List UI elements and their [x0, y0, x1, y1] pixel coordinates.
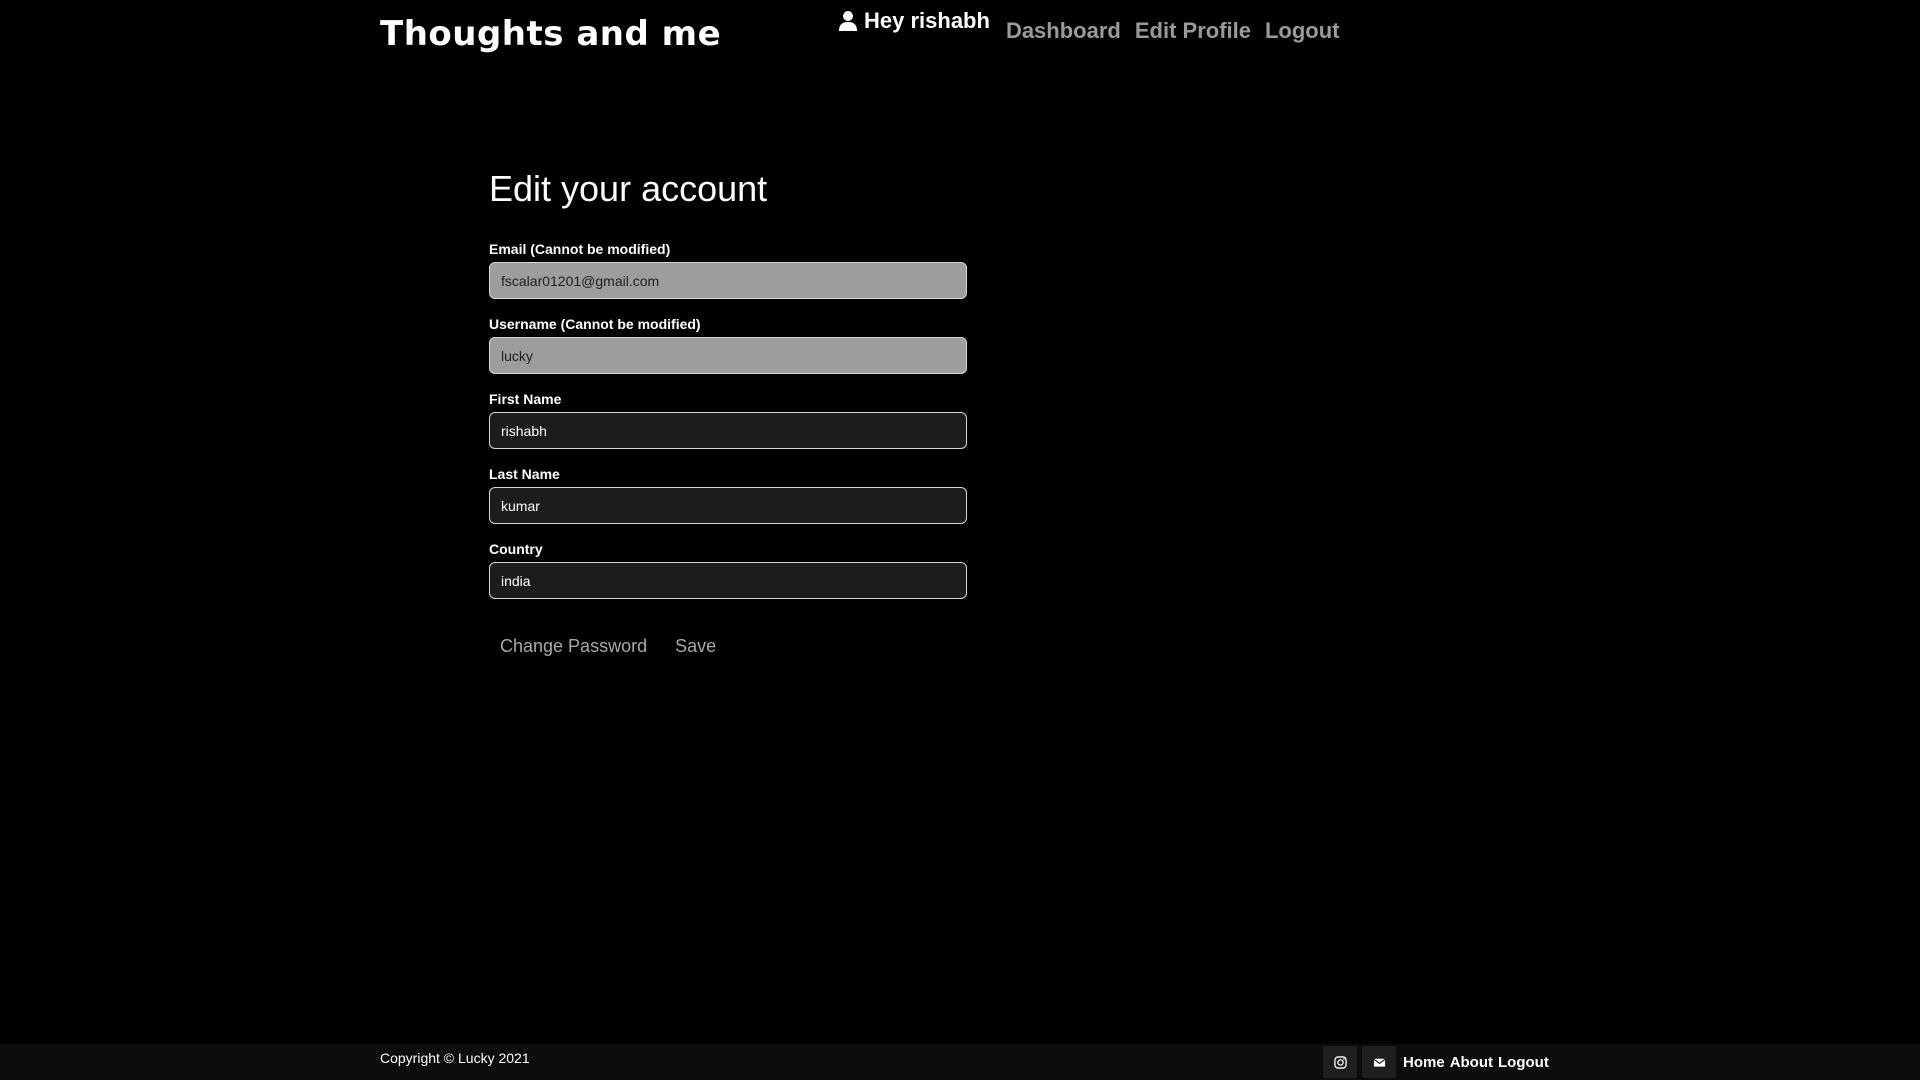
- footer: Copyright © Lucky 2021 Home About Logout: [0, 1044, 1920, 1080]
- save-button[interactable]: Save: [664, 632, 727, 661]
- page-title: Edit your account: [489, 168, 768, 209]
- change-password-button[interactable]: Change Password: [489, 632, 658, 661]
- envelope-icon[interactable]: [1362, 1046, 1396, 1078]
- form-actions: Change Password Save: [489, 632, 967, 661]
- footer-link-home[interactable]: Home: [1403, 1054, 1445, 1071]
- country-label: Country: [489, 541, 543, 557]
- top-nav: Hey rishabh Dashboard Edit Profile Logou…: [838, 8, 1340, 44]
- username-label: Username (Cannot be modified): [489, 316, 701, 332]
- email-field[interactable]: [489, 262, 967, 299]
- username-field[interactable]: [489, 337, 967, 374]
- first-name-field-group: First Name: [489, 391, 967, 449]
- email-label: Email (Cannot be modified): [489, 241, 671, 257]
- nav-dashboard[interactable]: Dashboard: [1006, 18, 1121, 44]
- instagram-icon[interactable]: [1323, 1046, 1357, 1078]
- country-field[interactable]: [489, 562, 967, 599]
- last-name-field[interactable]: [489, 487, 967, 524]
- last-name-label: Last Name: [489, 466, 560, 482]
- user-greeting: Hey rishabh: [838, 8, 990, 34]
- first-name-label: First Name: [489, 391, 562, 407]
- nav-edit-profile[interactable]: Edit Profile: [1135, 18, 1251, 44]
- user-icon: [839, 11, 857, 31]
- footer-links: Home About Logout: [1403, 1054, 1549, 1071]
- last-name-field-group: Last Name: [489, 466, 967, 524]
- footer-nav: Home About Logout: [1323, 1046, 1549, 1078]
- greeting-text: Hey rishabh: [864, 8, 990, 33]
- first-name-field[interactable]: [489, 412, 967, 449]
- page: Thoughts and me Hey rishabh Dashboard Ed…: [0, 0, 1920, 1080]
- nav-logout[interactable]: Logout: [1265, 18, 1340, 44]
- edit-account-form: Edit your account Email (Cannot be modif…: [489, 168, 967, 661]
- site-logo[interactable]: Thoughts and me: [380, 14, 721, 54]
- email-field-group: Email (Cannot be modified): [489, 241, 967, 299]
- country-field-group: Country: [489, 541, 967, 599]
- username-field-group: Username (Cannot be modified): [489, 316, 967, 374]
- copyright-text: Copyright © Lucky 2021: [380, 1050, 530, 1066]
- footer-link-logout[interactable]: Logout: [1498, 1054, 1549, 1071]
- footer-link-about[interactable]: About: [1450, 1054, 1493, 1071]
